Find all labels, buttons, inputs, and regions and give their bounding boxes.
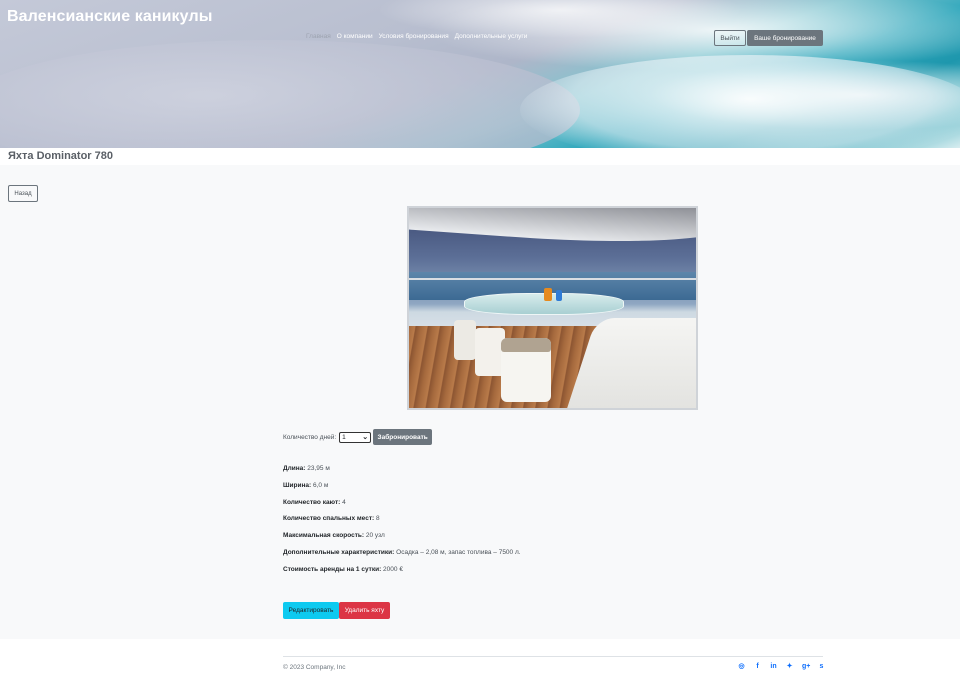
spec-row: Длина: 23,95 м bbox=[283, 465, 521, 482]
days-label: Количество дней: bbox=[283, 433, 337, 441]
reserve-button[interactable]: Забронировать bbox=[373, 429, 433, 445]
photo-rail bbox=[409, 278, 696, 280]
photo-stool bbox=[454, 320, 476, 360]
facebook-icon[interactable]: f bbox=[754, 663, 761, 670]
social-links: ◎ f in ✦ g+ s bbox=[738, 663, 825, 670]
chevron-down-icon: ⌄ bbox=[362, 433, 369, 441]
google-plus-icon[interactable]: g+ bbox=[802, 663, 810, 670]
spec-row: Дополнительные характеристики: Осадка – … bbox=[283, 549, 521, 566]
footer-divider bbox=[283, 656, 823, 657]
main-content: Назад Количество дней: 1 ⌄ Забронировать… bbox=[0, 165, 960, 639]
main-nav: Главная О компании Условия бронирования … bbox=[306, 33, 527, 40]
delete-yacht-button[interactable]: Удалить яхту bbox=[339, 602, 390, 619]
photo-stool bbox=[501, 338, 551, 402]
nav-item-about[interactable]: О компании bbox=[337, 33, 373, 40]
your-booking-button[interactable]: Ваше бронирование bbox=[747, 30, 823, 46]
photo-canopy bbox=[409, 208, 696, 253]
spec-row: Стоимость аренды на 1 сутки: 2000 € bbox=[283, 566, 521, 583]
spec-row: Количество кают: 4 bbox=[283, 499, 521, 516]
sea-foam bbox=[520, 55, 960, 148]
photo-glass bbox=[556, 290, 562, 301]
spec-row: Ширина: 6,0 м bbox=[283, 482, 521, 499]
days-select-value: 1 bbox=[342, 433, 346, 441]
spec-key: Количество кают: bbox=[283, 498, 341, 506]
skype-icon[interactable]: s bbox=[818, 663, 825, 670]
photo-glass bbox=[544, 288, 552, 301]
spec-value: 4 bbox=[340, 498, 346, 506]
spec-key: Количество спальных мест: bbox=[283, 515, 375, 523]
yacht-photo bbox=[407, 206, 698, 410]
yacht-specs: Длина: 23,95 м Ширина: 6,0 м Количество … bbox=[283, 465, 521, 583]
footer-copyright: © 2023 Company, Inc bbox=[283, 664, 346, 671]
spec-row: Максимальная скорость: 20 узл bbox=[283, 532, 521, 549]
booking-form: Количество дней: 1 ⌄ Забронировать bbox=[283, 429, 433, 445]
spec-row: Количество спальных мест: 8 bbox=[283, 515, 521, 532]
spec-key: Стоимость аренды на 1 сутки: bbox=[283, 565, 382, 573]
twitter-icon[interactable]: ✦ bbox=[786, 663, 793, 670]
instagram-icon[interactable]: ◎ bbox=[738, 663, 745, 670]
beach-sand bbox=[0, 40, 580, 148]
nav-item-booking-terms[interactable]: Условия бронирования bbox=[379, 33, 449, 40]
page-title: Яхта Dominator 780 bbox=[8, 150, 113, 162]
back-button[interactable]: Назад bbox=[8, 185, 38, 202]
spec-value: 6,0 м bbox=[311, 481, 329, 489]
spec-key: Дополнительные характеристики: bbox=[283, 548, 395, 556]
spec-key: Максимальная скорость: bbox=[283, 532, 365, 540]
spec-value: 2000 € bbox=[381, 565, 403, 573]
spec-value: 20 узл bbox=[364, 532, 385, 540]
edit-button[interactable]: Редактировать bbox=[283, 602, 339, 619]
nav-item-home[interactable]: Главная bbox=[306, 33, 331, 40]
nav-item-extra-services[interactable]: Дополнительные услуги bbox=[455, 33, 528, 40]
spec-value: 8 bbox=[374, 515, 380, 523]
linkedin-icon[interactable]: in bbox=[770, 663, 777, 670]
hero-header: Валенсианские каникулы Главная О компани… bbox=[0, 0, 960, 148]
spec-value: 23,95 м bbox=[305, 465, 330, 472]
site-brand[interactable]: Валенсианские каникулы bbox=[7, 8, 212, 26]
spec-key: Ширина: bbox=[283, 481, 312, 489]
logout-button[interactable]: Выйти bbox=[714, 30, 746, 46]
days-select[interactable]: 1 ⌄ bbox=[339, 431, 372, 443]
spec-key: Длина: bbox=[283, 465, 306, 472]
spec-value: Осадка – 2,08 м, запас топлива – 7500 л. bbox=[394, 548, 521, 556]
